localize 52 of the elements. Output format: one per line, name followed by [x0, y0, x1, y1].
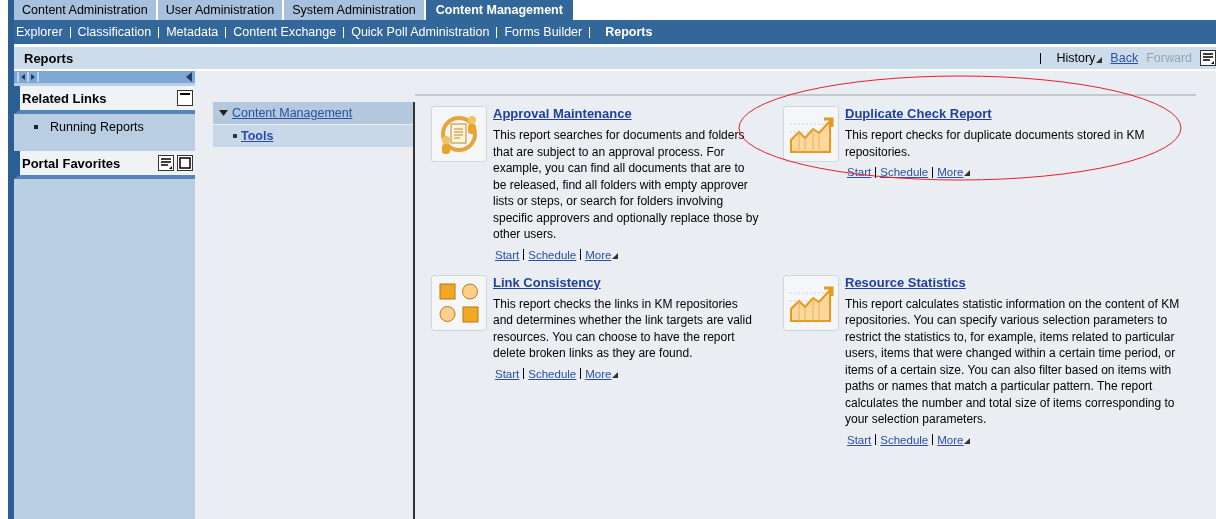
caret-icon: [964, 170, 971, 176]
report-description: This report checks the links in KM repositories and determines whether the link targets are valid resources. You can choose to have the report delete broken links as they are found.: [493, 295, 753, 362]
navigation-arrows-icon[interactable]: [17, 72, 39, 82]
report-action-link[interactable]: Schedule: [528, 367, 577, 380]
shapes-icon: [437, 280, 481, 325]
panel-title: Portal Favorites: [22, 155, 121, 171]
report-action-link[interactable]: More: [585, 248, 612, 261]
related-link[interactable]: Running Reports: [50, 120, 144, 134]
report-action-link[interactable]: More: [937, 433, 964, 446]
nav-tab[interactable]: System Administration: [284, 0, 424, 20]
report-description: This report checks for duplicate documents stored in KM repositories.: [845, 127, 1146, 160]
report-action-link[interactable]: More: [585, 367, 612, 380]
minimize-icon[interactable]: [177, 90, 193, 106]
nav-tab[interactable]: Content Management: [425, 0, 573, 20]
report-action-link[interactable]: Start: [847, 433, 872, 446]
report-action-link[interactable]: Schedule: [880, 166, 929, 178]
sub-nav-link[interactable]: Quick Poll Administration: [351, 25, 490, 39]
report-description: This report searches for documents and folders that are subject to an approval process. For example, you can find all documents that are to be released, find all folders with empty approver lists or steps, or search for folders involving specific approvers and optionally replace those by other users.: [493, 127, 759, 243]
history-menu[interactable]: History: [1056, 51, 1096, 65]
report-title-link[interactable]: Link Consistency: [493, 274, 759, 290]
back-link[interactable]: Back: [1110, 51, 1139, 65]
report-title-link[interactable]: Approval Maintenance: [493, 106, 759, 121]
nav-tab[interactable]: Content Administration: [14, 0, 156, 20]
report-action-link[interactable]: Schedule: [880, 433, 929, 446]
maximize-icon[interactable]: [177, 155, 193, 171]
nav-tab[interactable]: User Administration: [157, 0, 283, 20]
report-action-link[interactable]: Start: [495, 367, 520, 380]
caret-icon: [1096, 57, 1103, 63]
bullet-icon: [233, 134, 237, 138]
menu-icon[interactable]: [1200, 50, 1216, 66]
report-action-link[interactable]: Schedule: [528, 248, 577, 261]
sub-nav-link[interactable]: Reports: [597, 25, 661, 39]
sub-nav-link[interactable]: Content Exchange: [233, 25, 337, 39]
menu-icon[interactable]: [158, 155, 174, 171]
sub-nav-link[interactable]: Forms Builder: [504, 25, 583, 39]
report-title-link[interactable]: Resource Statistics: [845, 274, 1187, 290]
sub-nav-link[interactable]: Explorer: [16, 25, 63, 39]
caret-icon: [964, 437, 971, 444]
report-title-link[interactable]: Duplicate Check Report: [845, 106, 1187, 121]
sub-nav-link[interactable]: Metadata: [166, 25, 219, 39]
report-action-link[interactable]: More: [937, 166, 964, 178]
sub-nav-link[interactable]: Classification: [77, 25, 152, 39]
expanded-arrow-icon[interactable]: [219, 110, 228, 116]
collapse-arrow-icon[interactable]: [186, 72, 192, 82]
bullet-icon: [34, 125, 38, 129]
page-title: Reports: [24, 50, 74, 66]
panel-title: Related Links: [22, 90, 107, 106]
report-action-link[interactable]: Start: [495, 248, 520, 261]
tree-link[interactable]: Tools: [241, 129, 274, 143]
caret-icon: [612, 252, 619, 259]
caret-icon: [612, 371, 619, 378]
report-description: This report calculates statistic information on the content of KM repositories. You can specify various selection parameters to restrict the statistics to, for example, items related to particular users, items that were changed within a certain time period, or items of a certain size. You can also filter based on items with paths or names that match a particular pattern. The report calculates the number and total size of items corresponding to your selection parameters.: [845, 295, 1181, 428]
